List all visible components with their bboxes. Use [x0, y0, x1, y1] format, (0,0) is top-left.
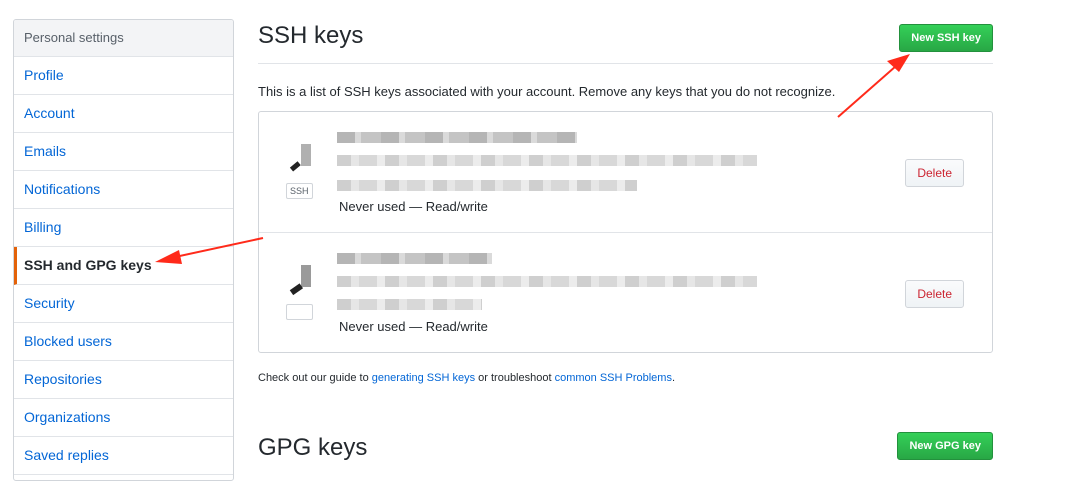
ssh-keys-title: SSH keys: [258, 22, 364, 49]
sidebar-item-profile[interactable]: Profile: [14, 57, 233, 95]
main-content: SSH keys New SSH key This is a list of S…: [258, 0, 993, 461]
redacted-fingerprint: [337, 276, 757, 287]
key-icon: [289, 265, 311, 296]
sidebar-item-billing[interactable]: Billing: [14, 209, 233, 247]
key-icon: [289, 144, 311, 172]
generating-ssh-keys-link[interactable]: generating SSH keys: [372, 372, 475, 384]
common-ssh-problems-link[interactable]: common SSH Problems: [555, 372, 672, 384]
sidebar-item-repositories[interactable]: Repositories: [14, 361, 233, 399]
redacted-added-date: [337, 180, 637, 191]
sidebar-item-notifications[interactable]: Notifications: [14, 171, 233, 209]
ssh-badge: SSH: [286, 183, 313, 199]
ssh-title-divider: [258, 63, 993, 64]
key-usage-meta: Never used — Read/write: [339, 199, 488, 214]
gpg-keys-title: GPG keys: [258, 434, 368, 461]
ssh-key-item: SSH Never used — Read/write Delete: [259, 112, 992, 232]
guide-suffix: .: [671, 372, 676, 384]
delete-ssh-key-button[interactable]: Delete: [905, 159, 964, 187]
new-ssh-key-button[interactable]: New SSH key: [899, 24, 993, 52]
guide-middle: or troubleshoot: [475, 372, 555, 384]
sidebar-item-security[interactable]: Security: [14, 285, 233, 323]
ssh-key-list: SSH Never used — Read/write Delete Never…: [258, 111, 993, 353]
redacted-key-title: [337, 253, 492, 264]
sidebar-item-ssh-gpg-keys[interactable]: SSH and GPG keys: [14, 247, 233, 285]
sidebar-item-blocked-users[interactable]: Blocked users: [14, 323, 233, 361]
key-usage-meta: Never used — Read/write: [339, 319, 488, 334]
sidebar-item-organizations[interactable]: Organizations: [14, 399, 233, 437]
redacted-fingerprint: [337, 155, 757, 166]
guide-prefix: Check out our guide to: [258, 372, 372, 384]
sidebar-item-saved-replies[interactable]: Saved replies: [14, 437, 233, 475]
ssh-description: This is a list of SSH keys associated wi…: [258, 84, 836, 99]
sidebar-item-emails[interactable]: Emails: [14, 133, 233, 171]
ssh-guide-text: Check out our guide to generating SSH ke…: [258, 372, 675, 384]
redacted-added-date: [337, 299, 482, 310]
new-gpg-key-button[interactable]: New GPG key: [897, 432, 993, 460]
redacted-key-title: [337, 132, 577, 143]
sidebar-item-account[interactable]: Account: [14, 95, 233, 133]
ssh-key-item: Never used — Read/write Delete: [259, 232, 992, 353]
settings-sidebar: Personal settings Profile Account Emails…: [13, 19, 234, 481]
delete-ssh-key-button[interactable]: Delete: [905, 280, 964, 308]
sidebar-header: Personal settings: [14, 20, 233, 57]
ssh-badge: [286, 304, 313, 320]
